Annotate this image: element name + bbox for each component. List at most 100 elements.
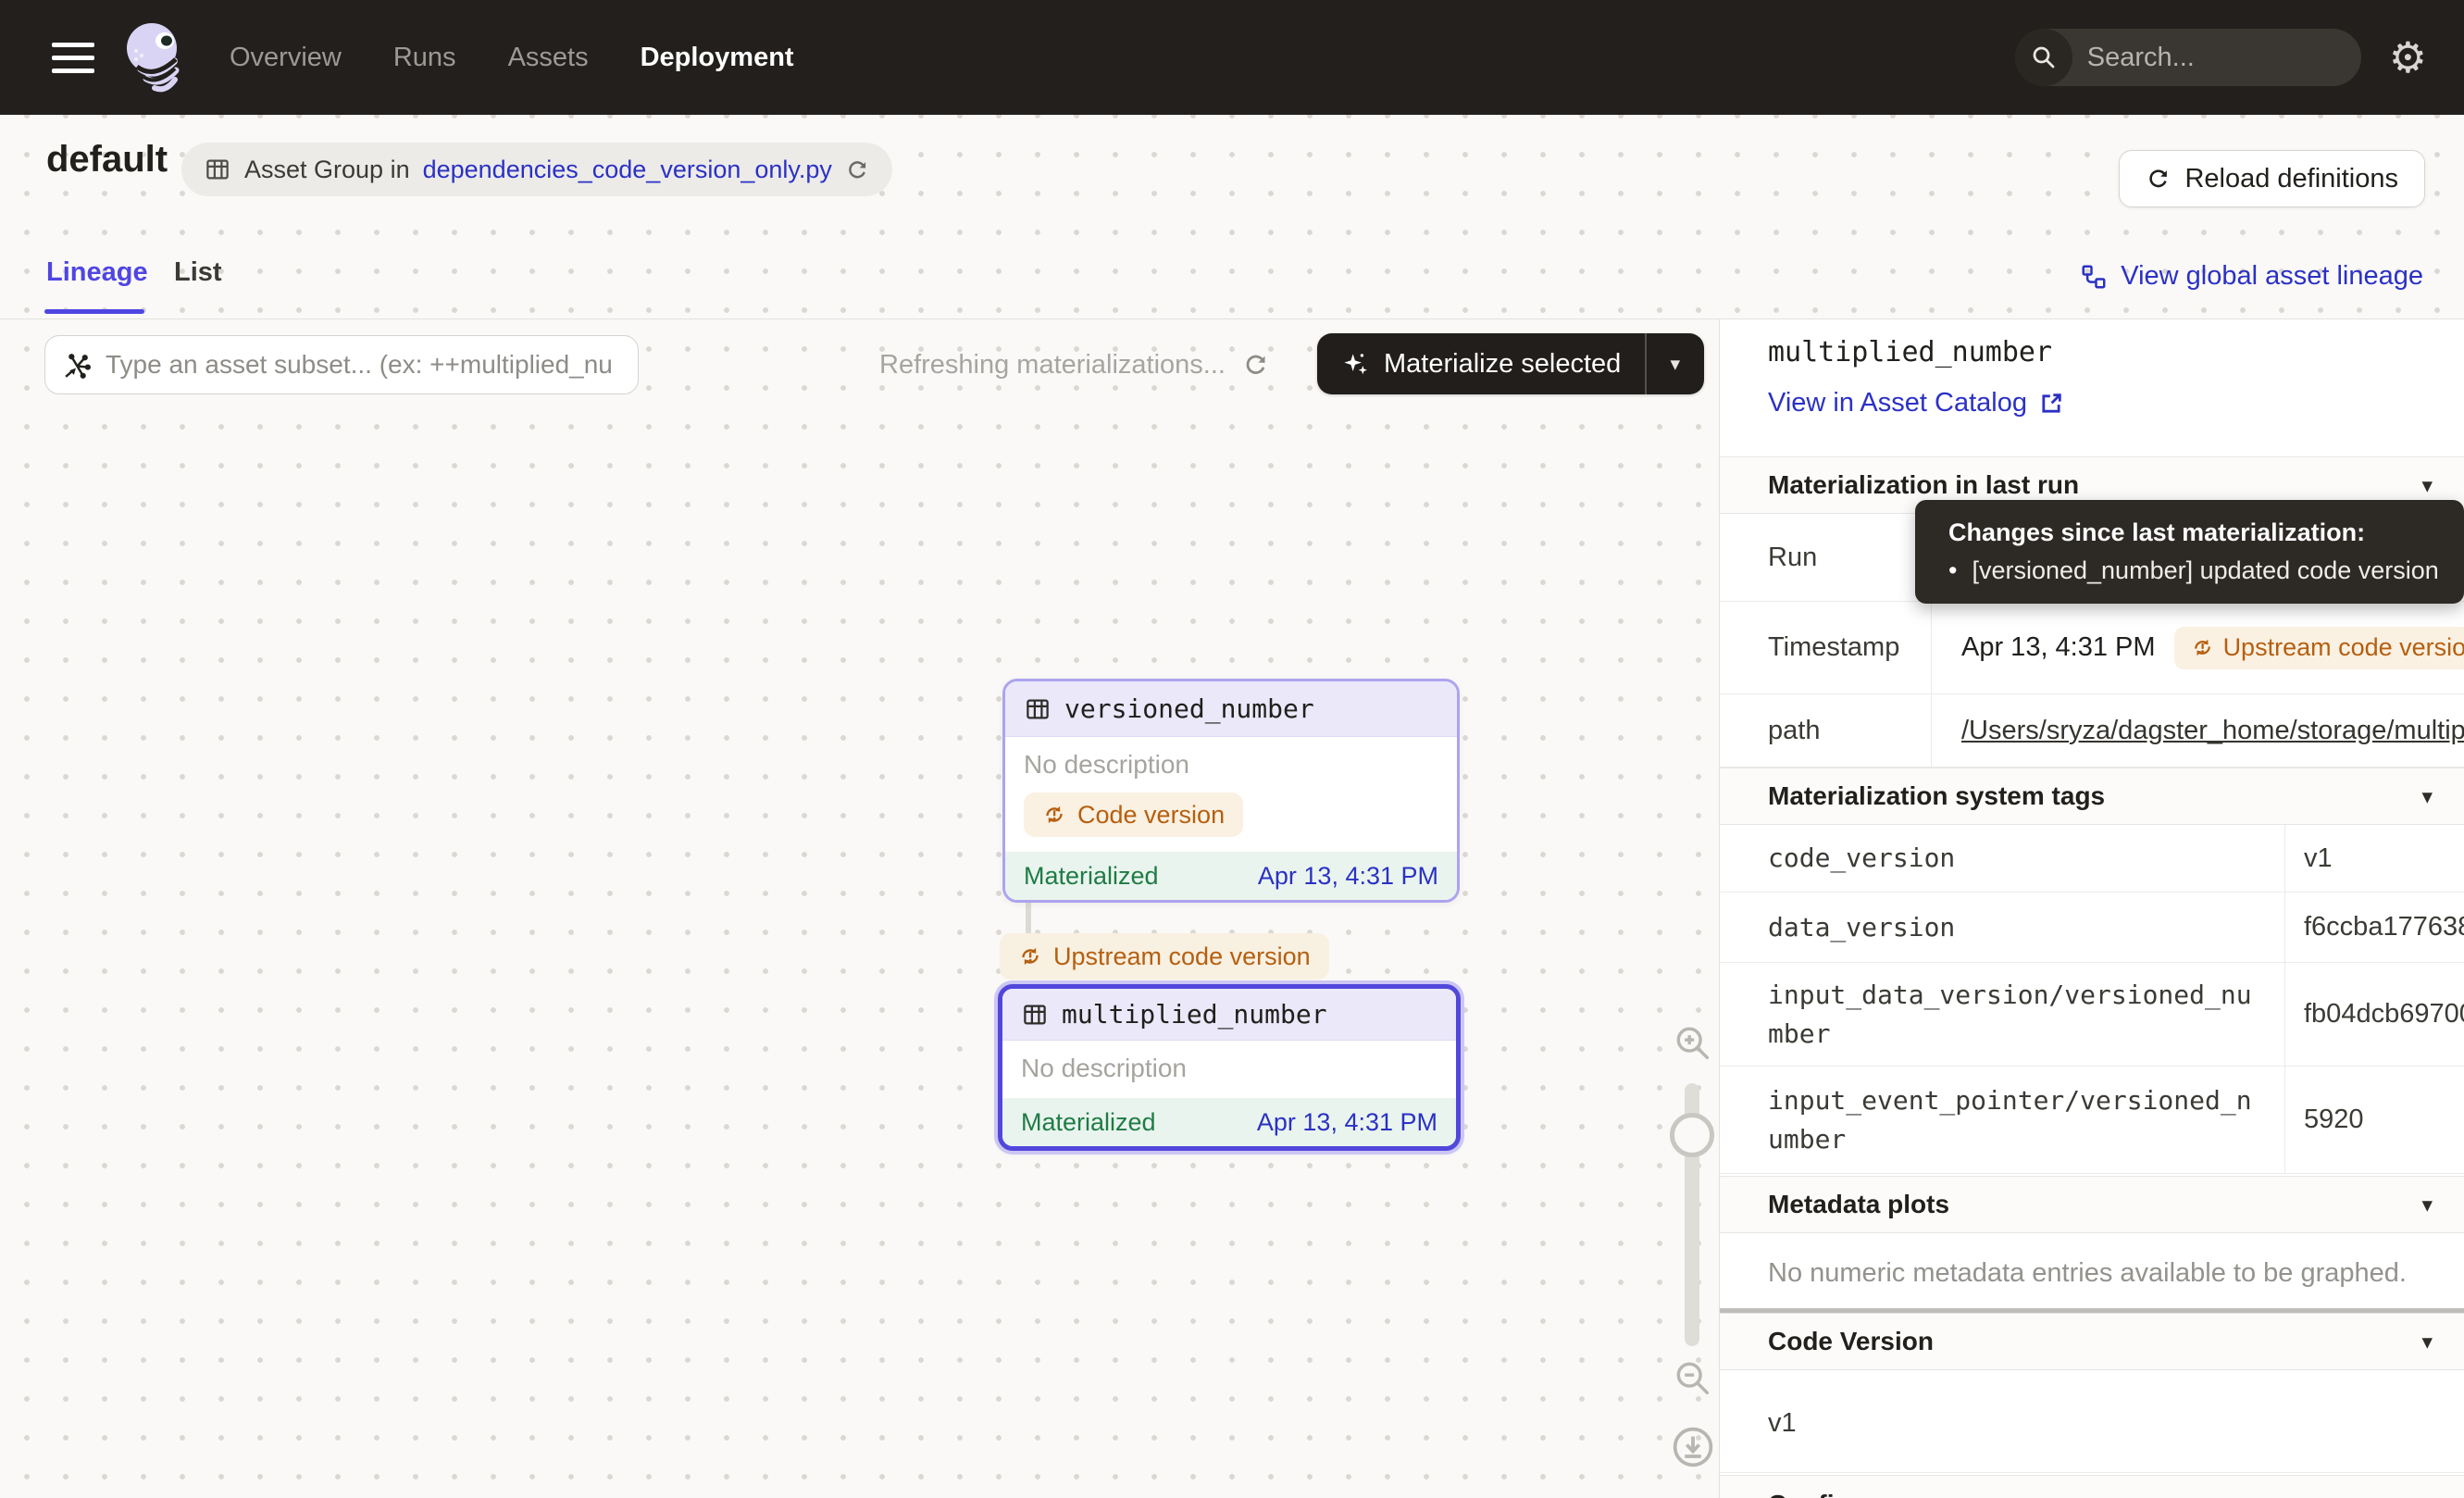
materialize-main[interactable]: Materialize selected: [1317, 333, 1645, 394]
dagster-logo-icon[interactable]: [124, 20, 185, 94]
primary-nav: Overview Runs Assets Deployment: [230, 43, 794, 73]
asset-description: No description: [1024, 750, 1438, 780]
asset-node-body: No description: [1002, 1041, 1456, 1098]
asset-node-body: No description Code version: [1005, 737, 1457, 852]
table-icon: [204, 156, 231, 183]
tag-value: v1: [2284, 825, 2464, 892]
reload-icon: [2146, 166, 2172, 192]
reload-definitions-label: Reload definitions: [2184, 164, 2398, 194]
dagster-app: Overview Runs Assets Deployment / ⚙ defa…: [0, 0, 2464, 1498]
tag-row-input-event-pointer: input_event_pointer/versioned_number 592…: [1720, 1067, 2464, 1174]
asset-group-breadcrumb: Asset Group in dependencies_code_version…: [181, 143, 892, 196]
materialized-status: Materialized: [1021, 1108, 1156, 1137]
upstream-code-version-tag[interactable]: Upstream code version: [1000, 933, 1329, 980]
tooltip-bullet-text: [versioned_number] updated code version: [1972, 556, 2438, 585]
zoom-in-icon[interactable]: [1672, 1022, 1714, 1065]
panel-asset-name: multiplied_number: [1768, 336, 2052, 368]
sync-alert-icon: [1042, 803, 1066, 827]
caret-down-icon[interactable]: ▾: [1647, 333, 1704, 394]
tab-lineage[interactable]: Lineage: [46, 257, 148, 288]
nav-deployment[interactable]: Deployment: [641, 43, 794, 73]
active-tab-underline: [44, 309, 144, 314]
upstream-code-version-label: Upstream code version: [1053, 942, 1311, 971]
search-input[interactable]: [2072, 43, 2361, 73]
tag-row-data-version: data_version f6ccba177638: [1720, 893, 2464, 963]
timestamp-label: Timestamp: [1720, 602, 1931, 693]
view-global-asset-lineage-label: View global asset lineage: [2121, 261, 2423, 292]
global-search[interactable]: /: [2015, 29, 2361, 86]
tooltip-title: Changes since last materialization:: [1948, 518, 2445, 547]
run-label: Run: [1720, 514, 1931, 601]
changes-tooltip: Changes since last materialization: [ver…: [1915, 500, 2464, 604]
section-header-label: Config: [1768, 1490, 1850, 1498]
asset-node-header[interactable]: multiplied_number: [1002, 989, 1456, 1041]
path-link[interactable]: /Users/sryza/dagster_home/storage/multip: [1961, 716, 2464, 746]
timestamp-value: Apr 13, 4:31 PM: [1961, 632, 2156, 663]
section-header-label: Materialization in last run: [1768, 470, 2079, 500]
tag-row-input-data-version: input_data_version/versioned_number fb04…: [1720, 963, 2464, 1067]
section-code-version[interactable]: Code Version ▾: [1720, 1313, 2464, 1370]
refreshing-status: Refreshing materializations...: [879, 344, 1270, 385]
asset-node-footer: Materialized Apr 13, 4:31 PM: [1002, 1098, 1456, 1146]
reload-icon[interactable]: [845, 157, 870, 182]
code-version-value: v1: [1768, 1408, 1797, 1439]
tag-value: f6ccba177638: [2284, 893, 2464, 962]
nav-overview[interactable]: Overview: [230, 43, 342, 73]
refresh-icon[interactable]: [1242, 351, 1270, 379]
section-system-tags[interactable]: Materialization system tags ▾: [1720, 768, 2464, 825]
tag-key: input_data_version/versioned_number: [1720, 963, 2284, 1066]
sync-alert-icon: [2191, 636, 2214, 659]
timestamp-row: Timestamp Apr 13, 4:31 PM Upstream code …: [1720, 602, 2464, 694]
lineage-icon: [2080, 263, 2108, 291]
tag-row-code-version: code_version v1: [1720, 825, 2464, 893]
asset-name: multiplied_number: [1062, 999, 1327, 1030]
menu-icon[interactable]: [52, 43, 94, 73]
section-config[interactable]: Config: [1720, 1475, 2464, 1498]
asset-group-prefix: Asset Group in: [244, 156, 410, 184]
zoom-slider-handle[interactable]: [1670, 1113, 1714, 1157]
page-title: default: [46, 139, 168, 181]
upstream-code-version-tag[interactable]: Upstream code version: [2174, 627, 2464, 669]
asset-subset-filter[interactable]: [44, 335, 639, 394]
section-header-label: Code Version: [1768, 1327, 1934, 1356]
view-in-asset-catalog-link[interactable]: View in Asset Catalog: [1768, 388, 2064, 418]
asset-node-multiplied-number[interactable]: multiplied_number No description Materia…: [998, 984, 1461, 1151]
metadata-plots-empty: No numeric metadata entries available to…: [1768, 1258, 2407, 1289]
code-version-tag[interactable]: Code version: [1024, 793, 1243, 837]
tag-key: data_version: [1720, 893, 2284, 962]
download-view-icon[interactable]: [1670, 1424, 1716, 1470]
zoom-out-icon[interactable]: [1672, 1357, 1714, 1400]
materialization-time-link[interactable]: Apr 13, 4:31 PM: [1257, 1108, 1437, 1137]
materialization-time-link[interactable]: Apr 13, 4:31 PM: [1258, 862, 1438, 891]
external-link-icon: [2038, 391, 2064, 417]
asset-description: No description: [1021, 1054, 1437, 1083]
section-chevron-icon: ▾: [2421, 1329, 2433, 1354]
section-metadata-plots[interactable]: Metadata plots ▾: [1720, 1176, 2464, 1233]
section-chevron-icon: ▾: [2421, 473, 2433, 498]
materialized-status: Materialized: [1024, 862, 1159, 891]
nav-right: / ⚙: [2015, 29, 2464, 86]
code-version-tag-label: Code version: [1077, 801, 1225, 830]
nav-runs[interactable]: Runs: [393, 43, 456, 73]
row-divider: [1720, 1472, 2464, 1473]
asset-node-header[interactable]: versioned_number: [1005, 681, 1457, 737]
gear-icon[interactable]: ⚙: [2389, 36, 2427, 79]
asset-subset-input[interactable]: [106, 350, 621, 380]
materialize-selected-button[interactable]: Materialize selected ▾: [1317, 333, 1704, 394]
section-header-label: Metadata plots: [1768, 1190, 1949, 1219]
sync-alert-icon: [1018, 944, 1042, 968]
asset-detail-panel: multiplied_number View in Asset Catalog …: [1719, 319, 2464, 1498]
tab-list[interactable]: List: [174, 257, 222, 288]
view-global-asset-lineage-link[interactable]: View global asset lineage: [2080, 261, 2423, 292]
tag-key: input_event_pointer/versioned_number: [1720, 1067, 2284, 1173]
top-nav: Overview Runs Assets Deployment / ⚙: [0, 0, 2464, 115]
tag-value: fb04dcb69700: [2284, 963, 2464, 1066]
path-label: path: [1720, 694, 1931, 767]
path-row: path /Users/sryza/dagster_home/storage/m…: [1720, 694, 2464, 768]
asset-node-footer: Materialized Apr 13, 4:31 PM: [1005, 852, 1457, 900]
reload-definitions-button[interactable]: Reload definitions: [2119, 150, 2425, 207]
asset-node-versioned-number[interactable]: versioned_number No description Code ver…: [1002, 679, 1460, 903]
tag-value: 5920: [2284, 1067, 2464, 1173]
asset-group-file-link[interactable]: dependencies_code_version_only.py: [423, 156, 832, 184]
nav-assets[interactable]: Assets: [508, 43, 589, 73]
